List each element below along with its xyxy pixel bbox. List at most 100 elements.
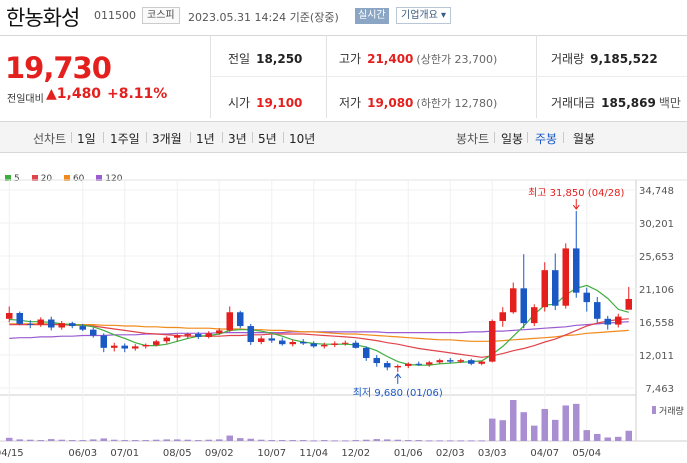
x-tick-label: 04/15 — [0, 448, 24, 459]
candle-body — [457, 360, 465, 362]
y-tick-label: 16,558 — [639, 318, 674, 329]
volume-bar — [215, 439, 223, 441]
volume-bar — [110, 439, 118, 441]
candle-body — [163, 337, 171, 342]
volume-bar — [404, 440, 412, 442]
candle-body — [16, 312, 24, 324]
candle-body — [625, 298, 633, 310]
volume-bar — [163, 439, 171, 441]
candle-body — [604, 318, 612, 325]
volume-bar — [509, 400, 517, 441]
volume-bar — [530, 425, 538, 441]
candle-body — [110, 345, 118, 348]
volume-bar — [425, 440, 433, 442]
x-tick-label: 04/07 — [530, 448, 559, 459]
candle-body — [173, 335, 181, 338]
low-annotation-label: 최저 9,680 (01/06) — [353, 387, 443, 399]
y-tick-label: 21,106 — [639, 285, 674, 296]
candle-body — [499, 312, 507, 321]
volume-bar — [184, 439, 192, 441]
candle-body — [100, 335, 108, 348]
y-tick-label: 25,653 — [639, 252, 674, 263]
volume-bar — [499, 420, 507, 441]
y-tick-label: 30,201 — [639, 219, 674, 230]
candle-body — [520, 288, 528, 324]
volume-bar — [205, 439, 213, 441]
volume-bar — [68, 440, 76, 442]
candle-body — [299, 342, 307, 344]
candle-body — [79, 326, 87, 330]
volume-bar — [478, 440, 486, 442]
volume-bar — [394, 439, 402, 441]
candle-body — [58, 323, 66, 328]
volume-bar — [436, 440, 444, 442]
candle-body — [425, 362, 433, 365]
candle-body — [352, 342, 360, 348]
candle-body — [247, 326, 255, 343]
candle-body — [541, 270, 549, 308]
volume-bar — [541, 408, 549, 441]
volume-bar — [194, 440, 202, 442]
volume-bar — [583, 430, 591, 441]
candle-body — [320, 344, 328, 347]
candle-body — [446, 360, 454, 362]
candle-body — [184, 334, 192, 336]
volume-bar — [58, 439, 66, 441]
volume-bar — [457, 440, 465, 442]
candle-body — [289, 342, 297, 345]
volume-bar — [551, 419, 559, 441]
volume-bar — [173, 439, 181, 441]
x-tick-label: 01/06 — [394, 448, 423, 459]
volume-bar — [131, 440, 139, 442]
candle-body — [341, 342, 349, 344]
volume-bar — [467, 440, 475, 442]
x-tick-label: 10/07 — [257, 448, 286, 459]
candle-body — [26, 323, 34, 325]
x-tick-label: 11/04 — [299, 448, 328, 459]
x-tick-label: 08/05 — [163, 448, 192, 459]
weekly-candle-chart[interactable]: 34,748 30,201 25,653 21,106 16,558 12,011 7,46… — [0, 0, 687, 463]
volume-bar — [47, 439, 55, 441]
volume-bar — [152, 439, 160, 441]
high-annotation-label: 최고 31,850 (04/28) — [528, 187, 624, 199]
volume-bar — [247, 438, 255, 441]
candle-body — [5, 312, 13, 319]
candle-body — [394, 365, 402, 368]
candle-body — [404, 363, 412, 366]
volume-bar — [289, 440, 297, 442]
candle-body — [509, 288, 517, 313]
candle-body — [614, 316, 622, 325]
candle-body — [415, 363, 423, 365]
candle-body — [488, 320, 496, 362]
candle-body — [331, 343, 339, 345]
x-tick-label: 12/02 — [341, 448, 370, 459]
y-tick-label: 34,748 — [639, 186, 674, 197]
volume-bar — [562, 405, 570, 441]
candle-body — [226, 312, 234, 331]
volume-bar — [5, 437, 13, 441]
candle-body — [583, 292, 591, 303]
candle-body — [131, 346, 139, 349]
x-tick-label: 09/02 — [205, 448, 234, 459]
volume-bar — [446, 440, 454, 442]
volume-bar — [415, 440, 423, 442]
y-tick-label: 7,463 — [645, 384, 674, 395]
x-tick-label: 07/01 — [110, 448, 139, 459]
volume-bar — [352, 440, 360, 442]
candle-body — [236, 312, 244, 327]
candle-body — [257, 338, 265, 343]
volume-bar — [362, 439, 370, 441]
candle-body — [152, 341, 160, 345]
volume-bar — [142, 440, 150, 442]
volume-bar — [26, 439, 34, 441]
candle-body — [362, 347, 370, 358]
candle-body — [436, 360, 444, 363]
candle-body — [142, 344, 150, 347]
candle-body — [572, 248, 580, 293]
volume-bar — [341, 440, 349, 442]
candle-body — [268, 338, 276, 341]
volume-bar — [79, 440, 87, 442]
candle-body — [121, 345, 129, 349]
candle-body — [215, 330, 223, 334]
volume-bar — [257, 439, 265, 441]
